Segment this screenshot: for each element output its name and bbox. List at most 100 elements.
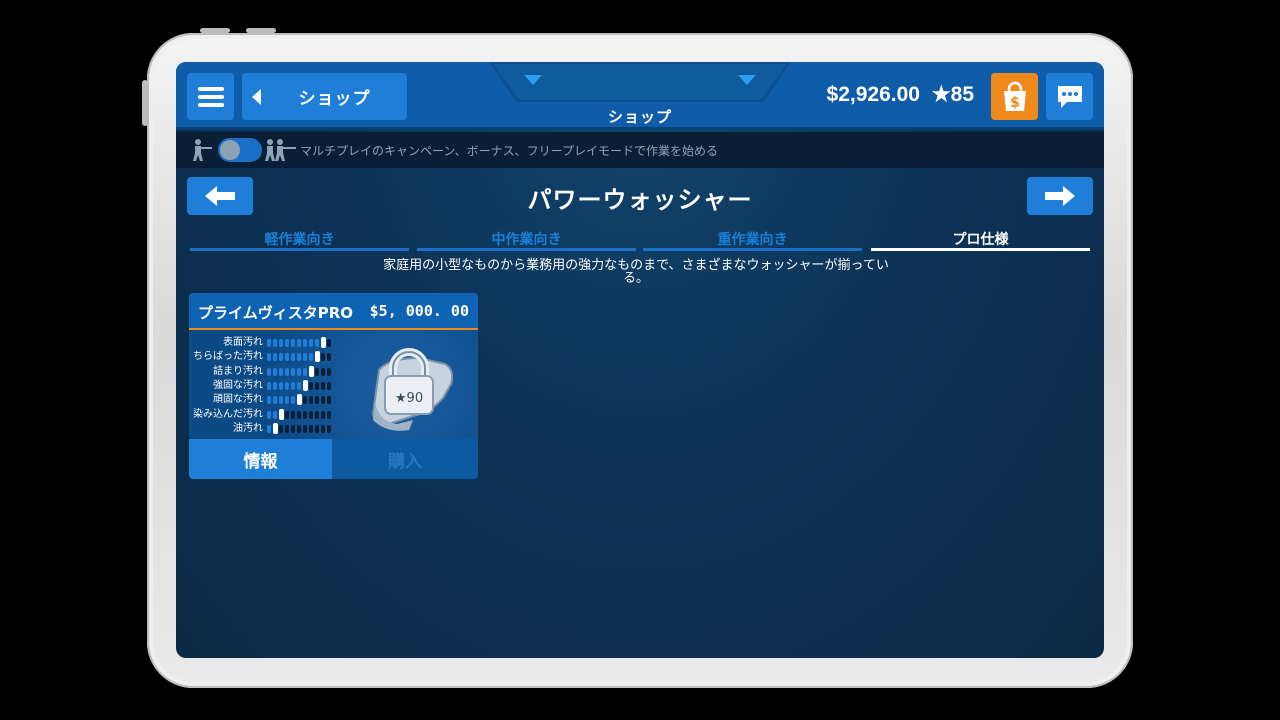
- stat-segment: [303, 396, 307, 405]
- stat-segment: [279, 424, 283, 433]
- stat-segment: [315, 381, 319, 390]
- stat-row: ちらばった汚れ: [193, 350, 335, 363]
- stat-segment: [315, 410, 319, 419]
- stat-row: 油汚れ: [193, 422, 335, 435]
- shop-bag-button[interactable]: $: [991, 73, 1038, 120]
- arrow-left-icon: [205, 186, 235, 206]
- stat-segment: [279, 381, 283, 390]
- category-tabs: 軽作業向き 中作業向き 重作業向き プロ仕様: [190, 229, 1090, 251]
- caret-down-icon: [738, 75, 756, 85]
- description-line-2: る。: [622, 271, 649, 286]
- stat-segment: [291, 396, 295, 405]
- arrow-right-icon: [1045, 186, 1075, 206]
- next-category-button[interactable]: [1027, 177, 1093, 215]
- caret-down-icon: [524, 75, 542, 85]
- stat-segment: [315, 396, 319, 405]
- back-to-shop-button[interactable]: ショップ: [242, 73, 407, 120]
- stat-label: 表面汚れ: [223, 337, 263, 348]
- stat-label: ちらばった汚れ: [193, 351, 263, 363]
- back-button-label: ショップ: [298, 89, 371, 109]
- required-stars: ★90: [395, 391, 423, 406]
- stat-segment: [291, 410, 295, 419]
- stat-segment: [303, 410, 307, 419]
- menu-button[interactable]: [187, 73, 234, 120]
- stat-segment: [309, 353, 313, 362]
- stat-meter: [267, 408, 333, 420]
- stat-segment: [321, 353, 325, 362]
- stat-segment: [327, 424, 331, 433]
- item-price: $5, 000. 00: [369, 302, 469, 320]
- stat-segment: [327, 396, 331, 405]
- stat-level-marker: [297, 394, 302, 406]
- stat-segment: [321, 410, 325, 419]
- stat-segment: [297, 367, 301, 376]
- game-screen: ショップ ショップ $2,926.00 ★85 $ マルチプレイのキャンペーン、…: [176, 62, 1104, 658]
- stat-level-marker: [315, 351, 320, 363]
- item-card-body: 表面汚れ ちらばった汚れ 詰まり汚れ 強固な汚れ 頑固な汚れ 染み込んだ汚れ 油汚れ ★90: [189, 330, 478, 439]
- item-name: プライムヴィスタPRO: [198, 304, 353, 322]
- single-worker-icon: [193, 139, 212, 161]
- stat-meter: [267, 379, 333, 391]
- stat-segment: [267, 396, 271, 405]
- stat-row: 表面汚れ: [193, 336, 335, 349]
- stat-segment: [327, 353, 331, 362]
- stat-segment: [327, 339, 331, 347]
- stat-meter: [267, 422, 333, 434]
- tab-label: 中作業向き: [491, 232, 562, 248]
- svg-text:$: $: [1010, 95, 1020, 111]
- stat-segment: [309, 410, 313, 419]
- stat-segment: [273, 339, 277, 347]
- stat-segment: [297, 381, 301, 390]
- stat-segment: [309, 396, 313, 405]
- stat-label: 詰まり汚れ: [213, 365, 263, 377]
- item-card-footer: 情報 購入: [189, 439, 478, 479]
- tab-medium-duty[interactable]: 中作業向き: [417, 229, 636, 251]
- top-bar: ショップ ショップ $2,926.00 ★85 $: [176, 62, 1104, 130]
- tab-label: 重作業向き: [717, 232, 788, 248]
- info-button[interactable]: 情報: [189, 439, 332, 479]
- tablet-side-button: [142, 80, 148, 126]
- chat-button[interactable]: [1046, 73, 1093, 120]
- stat-label: 油汚れ: [233, 422, 263, 434]
- stat-segment: [315, 367, 319, 376]
- multiplayer-toggle[interactable]: [218, 138, 262, 162]
- screen-title: ショップ: [607, 108, 672, 126]
- stat-segment: [285, 396, 289, 405]
- stat-segment: [303, 424, 307, 433]
- prev-category-button[interactable]: [187, 177, 253, 215]
- stat-level-marker: [321, 337, 326, 348]
- category-title: パワーウォッシャー: [527, 186, 753, 214]
- stat-segment: [309, 339, 313, 347]
- back-arrow-icon: [252, 89, 261, 105]
- stat-segment: [303, 339, 307, 347]
- stat-segment: [267, 410, 271, 419]
- stat-segment: [291, 339, 295, 347]
- buy-button[interactable]: 購入: [332, 439, 478, 479]
- tab-professional[interactable]: プロ仕様: [871, 229, 1090, 251]
- stat-segment: [291, 367, 295, 376]
- stat-row: 詰まり汚れ: [193, 365, 335, 378]
- stat-segment: [321, 367, 325, 376]
- star-count: ★85: [931, 83, 974, 106]
- stat-segment: [309, 381, 313, 390]
- stat-segment: [291, 381, 295, 390]
- stat-label: 頑固な汚れ: [213, 394, 263, 406]
- stat-segment: [273, 353, 277, 362]
- stat-segment: [279, 396, 283, 405]
- stat-level-marker: [303, 379, 308, 391]
- hamburger-icon: [197, 86, 224, 107]
- stat-label: 強固な汚れ: [213, 379, 263, 391]
- stat-segment: [285, 410, 289, 419]
- tab-heavy-duty[interactable]: 重作業向き: [643, 229, 862, 251]
- multiplayer-text: マルチプレイのキャンペーン、ボーナス、フリープレイモードで作業を始める: [300, 144, 718, 158]
- stat-segment: [303, 367, 307, 376]
- stat-level-marker: [279, 408, 284, 420]
- stat-segment: [297, 424, 301, 433]
- stat-segment: [309, 424, 313, 433]
- stat-segment: [303, 353, 307, 362]
- tablet-top-button: [200, 28, 230, 33]
- item-card[interactable]: プライムヴィスタPRO $5, 000. 00 表面汚れちらばった汚れ詰まり汚れ…: [189, 293, 478, 479]
- locked-washer-icon: ★90: [371, 348, 454, 431]
- tab-light-duty[interactable]: 軽作業向き: [190, 229, 409, 251]
- stat-segment: [279, 339, 283, 347]
